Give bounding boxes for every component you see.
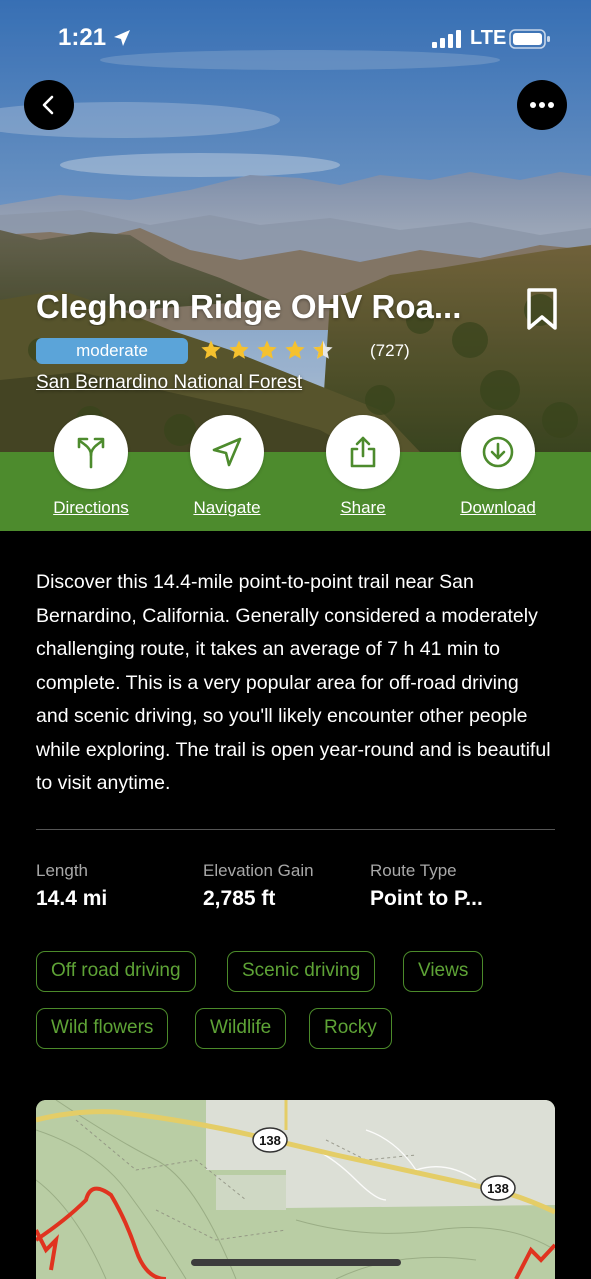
- battery-icon: [509, 29, 550, 49]
- star-full-icon: [229, 340, 249, 359]
- tag-views[interactable]: Views: [403, 951, 484, 992]
- stat-value: 2,785 ft: [203, 887, 276, 910]
- navigate-button[interactable]: Navigate: [157, 415, 297, 518]
- tag-wildlife[interactable]: Wildlife: [195, 1008, 287, 1049]
- location-arrow-icon: [114, 30, 130, 46]
- trail-map[interactable]: 138 138: [36, 1100, 555, 1279]
- stat-label: Elevation Gain: [203, 861, 314, 880]
- home-indicator[interactable]: [191, 1259, 401, 1266]
- navigate-label: Navigate: [193, 498, 261, 517]
- divider: [36, 829, 555, 830]
- park-link[interactable]: San Bernardino National Forest: [36, 372, 302, 394]
- ellipsis-icon: [530, 102, 554, 108]
- back-button[interactable]: [24, 80, 74, 130]
- network-type: LTE: [470, 27, 507, 49]
- share-label: Share: [340, 498, 386, 517]
- more-options-button[interactable]: [517, 80, 567, 130]
- tag-off-road-driving[interactable]: Off road driving: [36, 951, 196, 992]
- stat-length: Length 14.4 mi: [36, 861, 107, 911]
- stat-elevation-gain: Elevation Gain 2,785 ft: [203, 861, 314, 911]
- share-icon: [350, 436, 376, 468]
- star-rating: [200, 339, 334, 361]
- chevron-left-icon: [42, 95, 54, 115]
- download-label: Download: [460, 498, 536, 517]
- map-canvas: 138 138: [36, 1100, 555, 1279]
- signal-strength-icon: [432, 30, 461, 48]
- stat-route-type: Route Type Point to P...: [370, 861, 483, 911]
- stat-value: 14.4 mi: [36, 887, 108, 910]
- download-button[interactable]: Download: [428, 415, 568, 518]
- download-icon: [482, 436, 514, 468]
- status-time: 1:21: [58, 24, 107, 51]
- bookmark-icon[interactable]: [526, 287, 558, 331]
- status-bar: 1:21 LTE: [0, 0, 591, 80]
- trail-title: Cleghorn Ridge OHV Roa...: [36, 288, 462, 325]
- difficulty-badge: moderate: [36, 338, 188, 364]
- directions-icon: [77, 437, 105, 469]
- navigate-icon: [212, 437, 242, 467]
- directions-button[interactable]: Directions: [21, 415, 161, 518]
- star-half-icon: [313, 340, 333, 359]
- directions-label: Directions: [53, 498, 129, 517]
- star-full-icon: [285, 340, 305, 359]
- trail-description: Discover this 14.4-mile point-to-point t…: [36, 571, 551, 794]
- route-shield-138: 138: [259, 1133, 281, 1148]
- share-button[interactable]: Share: [293, 415, 433, 518]
- review-count[interactable]: (727): [370, 341, 410, 361]
- tag-scenic-driving[interactable]: Scenic driving: [227, 951, 376, 992]
- stat-value: Point to P...: [370, 887, 483, 910]
- stat-label: Route Type: [370, 861, 457, 880]
- tag-wild-flowers[interactable]: Wild flowers: [36, 1008, 169, 1049]
- star-full-icon: [201, 340, 221, 359]
- route-shield-138: 138: [487, 1181, 509, 1196]
- star-full-icon: [257, 340, 277, 359]
- hero-photo: 1:21 LTE Cleghorn Ridge OHV Roa... moder…: [0, 0, 591, 452]
- stat-label: Length: [36, 861, 88, 880]
- tag-rocky[interactable]: Rocky: [309, 1008, 392, 1049]
